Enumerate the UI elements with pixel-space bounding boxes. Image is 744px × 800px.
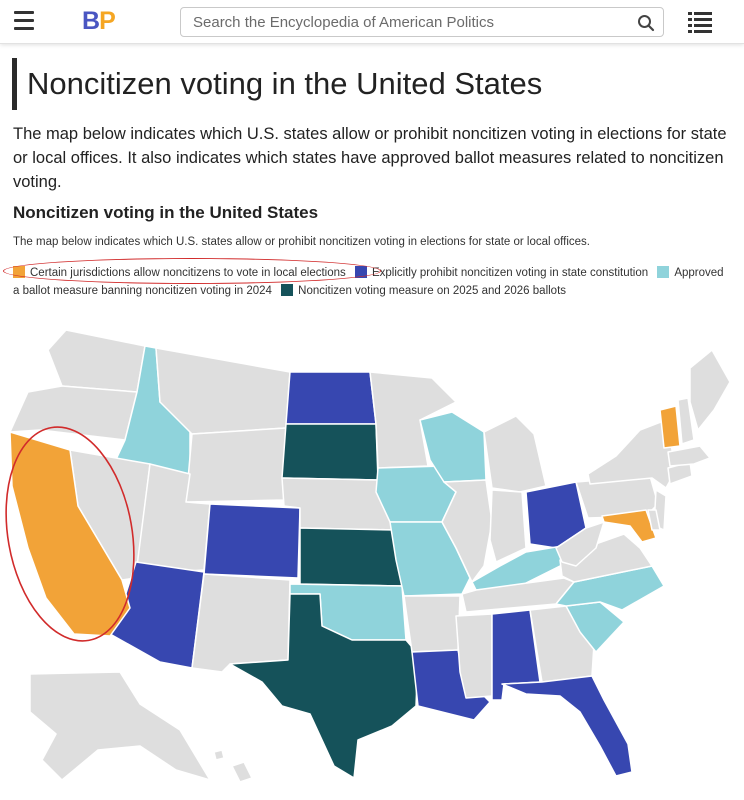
top-bar: BP (0, 0, 744, 44)
state-north-dakota[interactable] (285, 371, 377, 425)
state-colorado[interactable] (203, 503, 301, 579)
map-legend: Certain jurisdictions allow noncitizens … (13, 264, 733, 300)
legend-item-allow[interactable]: Certain jurisdictions allow noncitizens … (13, 266, 346, 279)
state-washington[interactable] (47, 329, 146, 393)
state-hawaii[interactable] (231, 761, 253, 783)
state-maryland[interactable] (601, 509, 657, 543)
state-florida[interactable] (501, 675, 633, 777)
state-maine[interactable] (689, 349, 731, 431)
search-input[interactable] (182, 9, 622, 35)
legend-item-prohibit[interactable]: Explicitly prohibit noncitizen voting in… (354, 266, 649, 279)
state-indiana[interactable] (489, 489, 527, 563)
list-icon[interactable] (688, 11, 712, 33)
state-hawaii-small[interactable] (213, 749, 225, 761)
state-vermont[interactable] (659, 405, 681, 449)
state-south-dakota[interactable] (281, 423, 379, 481)
magnifier-icon[interactable] (637, 14, 655, 32)
state-arkansas[interactable] (403, 595, 461, 653)
ballotpedia-logo[interactable]: BP (82, 7, 116, 36)
logo-letter-b: B (82, 7, 100, 35)
logo-letter-p: P (99, 7, 116, 35)
state-wyoming[interactable] (185, 427, 287, 503)
search-box (180, 7, 664, 37)
state-oregon[interactable] (9, 385, 138, 441)
state-alaska[interactable] (29, 671, 211, 781)
page-title: Noncitizen voting in the United States (27, 66, 543, 101)
state-new-mexico[interactable] (191, 573, 291, 673)
legend-label-measure-2025-2026: Noncitizen voting measure on 2025 and 20… (298, 285, 567, 297)
legend-swatch-prohibit (354, 266, 367, 278)
intro-paragraph: The map below indicates which U.S. state… (13, 125, 727, 191)
map-title: Noncitizen voting in the United States (13, 203, 319, 222)
hamburger-menu-icon[interactable] (14, 11, 34, 31)
legend-item-measure-2025-2026[interactable]: Noncitizen voting measure on 2025 and 20… (281, 284, 567, 297)
state-massachusetts[interactable] (667, 445, 711, 467)
page-title-block: Noncitizen voting in the United States (12, 58, 732, 110)
legend-label-allow: Certain jurisdictions allow noncitizens … (30, 267, 346, 279)
legend-swatch-ban-2024 (657, 266, 670, 278)
legend-label-prohibit: Explicitly prohibit noncitizen voting in… (371, 267, 649, 279)
state-kansas[interactable] (299, 527, 403, 587)
us-map (5, 329, 731, 783)
state-michigan[interactable] (483, 415, 547, 493)
legend-swatch-measure-2025-2026 (281, 284, 294, 296)
map-subtitle: The map below indicates which U.S. state… (13, 236, 590, 248)
legend-swatch-allow (13, 266, 25, 278)
